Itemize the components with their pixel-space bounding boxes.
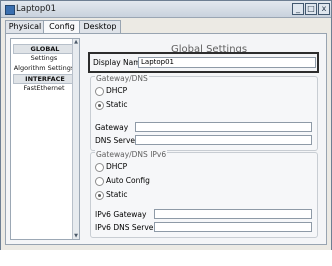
sidebar-item-settings[interactable]: Settings (13, 54, 75, 62)
scroll-up-icon[interactable]: ▲ (73, 39, 79, 45)
laptop-icon (5, 5, 15, 15)
gateway-dns-ipv6-group: Gateway/DNS IPv6 DHCP Auto Config Static… (90, 150, 318, 238)
sidebar-scrollbar[interactable]: ▲ ▼ (72, 39, 79, 239)
ipv6-static-label: Static (106, 190, 128, 199)
dns-server-input[interactable] (135, 135, 312, 145)
gateway-label: Gateway (95, 123, 129, 132)
ipv6-dns-server-label: IPv6 DNS Server (95, 223, 157, 232)
ipv4-static-radio[interactable] (95, 101, 104, 110)
ipv6-dhcp-radio[interactable] (95, 163, 104, 172)
config-content: GLOBAL Settings Algorithm Settings INTER… (5, 33, 327, 245)
ipv4-dhcp-label: DHCP (106, 86, 128, 95)
tab-physical[interactable]: Physical (5, 20, 45, 33)
title-bar[interactable]: Laptop01 _ □ x (1, 1, 331, 18)
scroll-down-icon[interactable]: ▼ (73, 233, 79, 239)
display-name-input[interactable]: Laptop01 (138, 57, 316, 68)
ipv4-dhcp-radio[interactable] (95, 87, 104, 96)
dns-server-label: DNS Server (95, 136, 139, 145)
laptop-window: Laptop01 _ □ x Physical Config Desktop G… (0, 0, 332, 252)
ipv6-dhcp-label: DHCP (106, 162, 128, 171)
sidebar-section-interface: INTERFACE (13, 74, 77, 84)
window-title: Laptop01 (16, 4, 57, 14)
ipv4-static-label: Static (106, 100, 128, 109)
close-button[interactable]: x (318, 3, 330, 15)
ipv6-gateway-label: IPv6 Gateway (95, 210, 147, 219)
minimize-button[interactable]: _ (292, 3, 304, 15)
ipv6-auto-config-radio[interactable] (95, 177, 104, 186)
sidebar-item-algorithm-settings[interactable]: Algorithm Settings (13, 64, 75, 72)
ipv6-auto-config-label: Auto Config (106, 176, 150, 185)
display-name-row: Display Name Laptop01 (88, 52, 319, 73)
page-background (0, 250, 332, 266)
settings-sidebar: GLOBAL Settings Algorithm Settings INTER… (10, 38, 80, 240)
sidebar-item-fastethernet[interactable]: FastEthernet (13, 84, 75, 92)
sidebar-section-global: GLOBAL (13, 44, 77, 54)
ipv6-gateway-input[interactable] (154, 209, 312, 219)
tab-desktop[interactable]: Desktop (79, 20, 121, 33)
global-settings-panel: Global Settings Display Name Laptop01 Ga… (88, 38, 322, 238)
maximize-button[interactable]: □ (305, 3, 317, 15)
ipv6-static-radio[interactable] (95, 191, 104, 200)
gateway-input[interactable] (135, 122, 312, 132)
gateway-dns-title: Gateway/DNS (95, 74, 149, 83)
gateway-dns-group: Gateway/DNS DHCP Static Gateway DNS Serv… (90, 74, 318, 151)
gateway-dns-ipv6-title: Gateway/DNS IPv6 (95, 150, 168, 159)
ipv6-dns-server-input[interactable] (154, 222, 312, 232)
tab-config[interactable]: Config (43, 20, 81, 34)
